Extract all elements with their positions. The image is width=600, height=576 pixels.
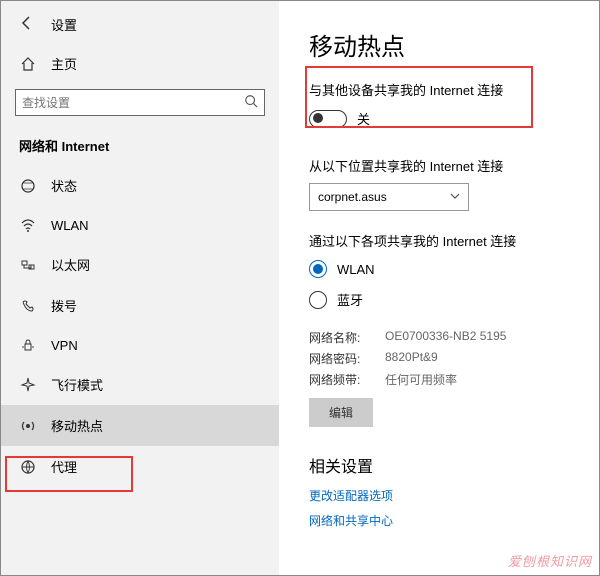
sidebar-item-proxy[interactable]: 代理 bbox=[1, 446, 279, 487]
nav-label: 以太网 bbox=[51, 255, 90, 274]
radio-option-wlan[interactable]: WLAN bbox=[309, 260, 571, 278]
sidebar-item-vpn[interactable]: VPN bbox=[1, 326, 279, 364]
nav-label: 拨号 bbox=[51, 296, 77, 315]
section-title: 网络和 Internet bbox=[1, 130, 279, 165]
sidebar-item-wlan[interactable]: WLAN bbox=[1, 206, 279, 244]
related-link-adapter[interactable]: 更改适配器选项 bbox=[309, 487, 571, 504]
sidebar-item-status[interactable]: 状态 bbox=[1, 165, 279, 206]
nav-label: WLAN bbox=[51, 218, 89, 233]
related-link-sharing[interactable]: 网络和共享中心 bbox=[309, 512, 571, 529]
nav-label: 移动热点 bbox=[51, 416, 103, 435]
nav-list: 状态 WLAN 以太网 拨号 VPN 飞行模式 bbox=[1, 165, 279, 487]
home-icon bbox=[19, 56, 37, 72]
nav-label: 状态 bbox=[51, 176, 77, 195]
edit-button[interactable]: 编辑 bbox=[309, 398, 373, 427]
share-toggle[interactable] bbox=[309, 110, 347, 128]
share-via-block: 通过以下各项共享我的 Internet 连接 WLAN 蓝牙 bbox=[309, 231, 571, 309]
nav-label: VPN bbox=[51, 338, 78, 353]
nav-label: 代理 bbox=[51, 457, 77, 476]
dropdown-value: corpnet.asus bbox=[318, 190, 387, 204]
sidebar-item-home[interactable]: 主页 bbox=[1, 44, 279, 85]
share-from-block: 从以下位置共享我的 Internet 连接 corpnet.asus bbox=[309, 156, 571, 211]
wifi-icon bbox=[19, 217, 37, 233]
info-row: 网络密码: 8820Pt&9 bbox=[309, 350, 571, 367]
info-key: 网络名称: bbox=[309, 329, 371, 346]
info-val: OE0700336-NB2 5195 bbox=[385, 329, 506, 346]
search-icon bbox=[244, 94, 258, 111]
proxy-icon bbox=[19, 459, 37, 475]
from-label: 从以下位置共享我的 Internet 连接 bbox=[309, 156, 571, 175]
radio-label: WLAN bbox=[337, 262, 375, 277]
toggle-state-label: 关 bbox=[357, 109, 370, 128]
info-val: 任何可用频率 bbox=[385, 371, 457, 388]
sidebar-item-dialup[interactable]: 拨号 bbox=[1, 285, 279, 326]
toggle-row: 关 bbox=[309, 109, 571, 128]
sidebar-item-hotspot[interactable]: 移动热点 bbox=[1, 405, 279, 446]
via-label: 通过以下各项共享我的 Internet 连接 bbox=[309, 231, 571, 250]
header-row: 设置 bbox=[1, 9, 279, 44]
radio-button bbox=[309, 260, 327, 278]
sidebar: 设置 主页 网络和 Internet 状态 WLAN bbox=[1, 1, 279, 575]
radio-label: 蓝牙 bbox=[337, 290, 363, 309]
share-label: 与其他设备共享我的 Internet 连接 bbox=[309, 80, 571, 99]
settings-window: 设置 主页 网络和 Internet 状态 WLAN bbox=[0, 0, 600, 576]
related-settings: 相关设置 更改适配器选项 网络和共享中心 bbox=[309, 453, 571, 529]
from-dropdown[interactable]: corpnet.asus bbox=[309, 183, 469, 211]
page-title: 移动热点 bbox=[309, 27, 571, 62]
back-button[interactable] bbox=[19, 15, 35, 34]
dialup-icon bbox=[19, 298, 37, 314]
sidebar-item-ethernet[interactable]: 以太网 bbox=[1, 244, 279, 285]
radio-button bbox=[309, 291, 327, 309]
share-toggle-block: 与其他设备共享我的 Internet 连接 关 bbox=[309, 80, 571, 128]
info-val: 8820Pt&9 bbox=[385, 350, 438, 367]
related-title: 相关设置 bbox=[309, 453, 571, 477]
sidebar-item-airplane[interactable]: 飞行模式 bbox=[1, 364, 279, 405]
search-input[interactable] bbox=[22, 96, 244, 110]
network-info: 网络名称: OE0700336-NB2 5195 网络密码: 8820Pt&9 … bbox=[309, 329, 571, 388]
info-row: 网络频带: 任何可用频率 bbox=[309, 371, 571, 388]
hotspot-icon bbox=[19, 418, 37, 434]
main-content: 移动热点 与其他设备共享我的 Internet 连接 关 从以下位置共享我的 I… bbox=[279, 1, 599, 575]
airplane-icon bbox=[19, 377, 37, 393]
info-key: 网络频带: bbox=[309, 371, 371, 388]
info-row: 网络名称: OE0700336-NB2 5195 bbox=[309, 329, 571, 346]
radio-option-bluetooth[interactable]: 蓝牙 bbox=[309, 290, 571, 309]
chevron-down-icon bbox=[450, 191, 460, 204]
vpn-icon bbox=[19, 337, 37, 353]
home-label: 主页 bbox=[51, 54, 77, 73]
info-key: 网络密码: bbox=[309, 350, 371, 367]
status-icon bbox=[19, 178, 37, 194]
toggle-knob bbox=[313, 113, 323, 123]
nav-label: 飞行模式 bbox=[51, 375, 103, 394]
search-box[interactable] bbox=[15, 89, 265, 116]
window-title: 设置 bbox=[51, 15, 77, 34]
ethernet-icon bbox=[19, 257, 37, 273]
